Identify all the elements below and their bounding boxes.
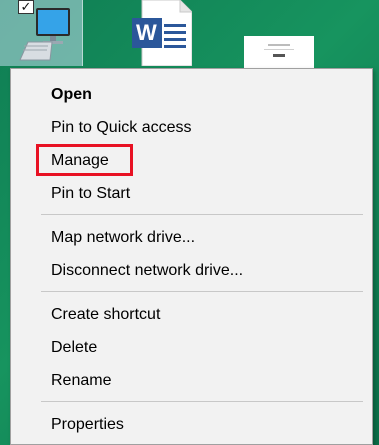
menu-item-delete[interactable]: Delete xyxy=(51,336,97,360)
desktop: ✓ W Open Pin to Quick access Manage Pin … xyxy=(0,0,379,445)
word-document-desktop-icon[interactable]: W xyxy=(128,0,193,67)
menu-separator xyxy=(41,401,363,402)
menu-item-map-network-drive[interactable]: Map network drive... xyxy=(51,226,195,250)
menu-item-create-shortcut[interactable]: Create shortcut xyxy=(51,303,160,327)
menu-item-rename[interactable]: Rename xyxy=(51,369,111,393)
menu-item-pin-to-start[interactable]: Pin to Start xyxy=(51,182,130,206)
word-letter-glyph: W xyxy=(136,20,157,45)
computer-icon xyxy=(19,8,70,61)
menu-item-open[interactable]: Open xyxy=(51,83,92,107)
menu-separator xyxy=(41,291,363,292)
menu-item-pin-to-quick-access[interactable]: Pin to Quick access xyxy=(51,116,192,140)
document-thumbnail-icon xyxy=(244,36,314,68)
menu-item-properties[interactable]: Properties xyxy=(51,413,124,437)
menu-separator xyxy=(41,214,363,215)
menu-item-disconnect-network-drive[interactable]: Disconnect network drive... xyxy=(51,259,243,283)
document-thumbnail-desktop-icon[interactable] xyxy=(244,36,314,68)
manage-highlight-box xyxy=(36,144,133,176)
context-menu: Open Pin to Quick access Manage Pin to S… xyxy=(10,68,373,445)
this-pc-desktop-icon[interactable]: ✓ xyxy=(0,0,83,66)
